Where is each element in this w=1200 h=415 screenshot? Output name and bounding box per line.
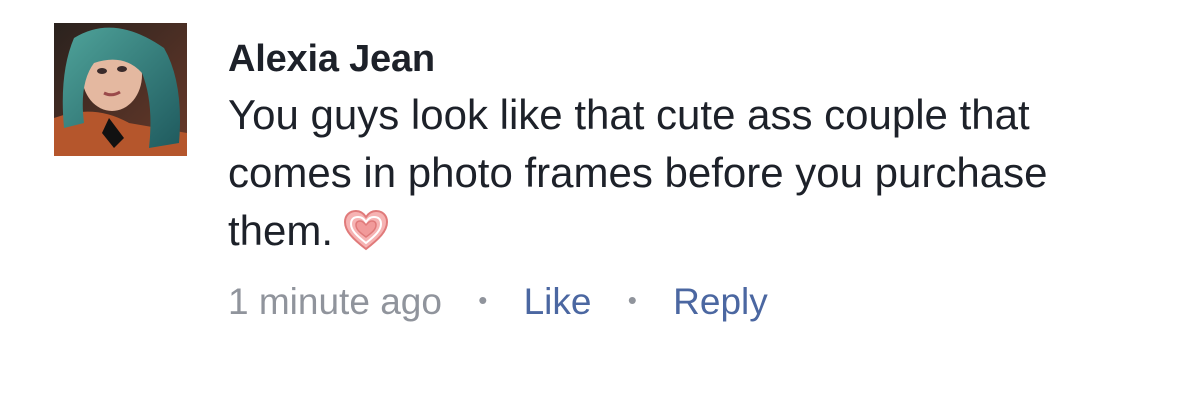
separator-dot: • [627, 285, 637, 315]
separator-dot: • [478, 285, 488, 315]
avatar-photo [54, 23, 187, 156]
comment-text-wrapper: You guys look like that cute ass couple … [228, 86, 1088, 260]
comment-meta: 1 minute ago • Like • Reply [228, 276, 1168, 326]
comment-author[interactable]: Alexia Jean [228, 34, 1168, 84]
comment-body: Alexia Jean You guys look like that cute… [228, 34, 1168, 326]
avatar[interactable] [54, 23, 187, 156]
comment-timestamp[interactable]: 1 minute ago [228, 281, 442, 322]
like-button[interactable]: Like [524, 281, 592, 322]
heart-icon [343, 208, 389, 251]
reply-button[interactable]: Reply [673, 281, 768, 322]
comment: Alexia Jean You guys look like that cute… [0, 0, 1200, 415]
